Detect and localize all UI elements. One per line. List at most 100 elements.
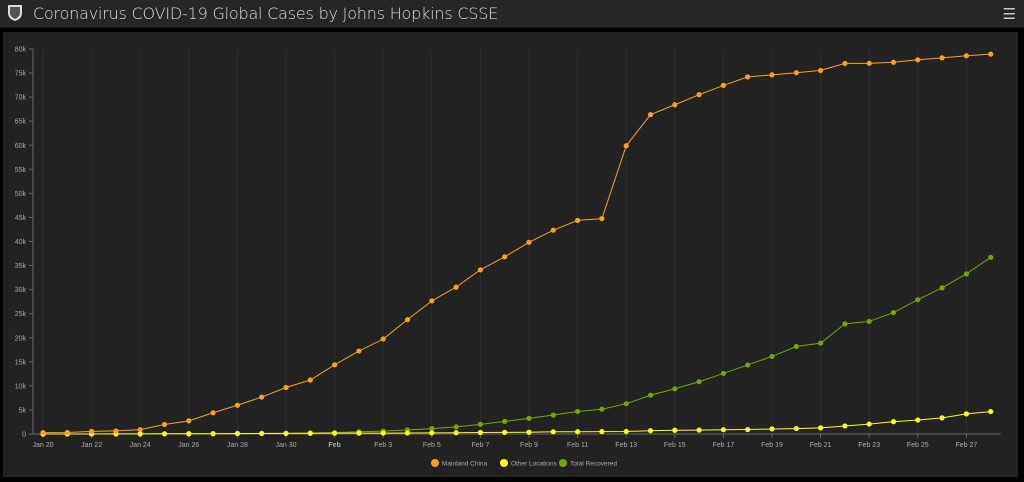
x-tick-label: Feb 13 — [615, 442, 637, 449]
data-point — [356, 348, 362, 354]
data-point — [745, 362, 751, 368]
data-point — [939, 55, 945, 61]
data-point — [720, 427, 727, 433]
data-point — [988, 51, 994, 57]
y-tick-label: 60k — [15, 143, 27, 150]
data-point — [526, 429, 532, 435]
data-point — [818, 67, 824, 74]
page-title: Coronavirus COVID-19 Global Cases by Joh… — [33, 4, 499, 23]
data-point — [672, 102, 678, 108]
data-point — [575, 217, 581, 223]
x-tick-label: Jan 26 — [178, 442, 199, 449]
data-point — [818, 425, 824, 431]
data-point — [915, 417, 921, 423]
data-point — [963, 411, 970, 417]
x-tick-label: Feb 17 — [713, 442, 735, 449]
data-point — [550, 227, 556, 233]
x-tick-label: Feb 25 — [907, 442, 929, 449]
data-point — [793, 70, 799, 76]
data-point — [283, 384, 289, 391]
data-point — [866, 318, 872, 325]
data-point — [769, 426, 775, 432]
x-tick-label: Feb 27 — [956, 442, 978, 449]
data-point — [696, 379, 702, 385]
data-point — [890, 59, 897, 65]
data-point — [259, 394, 265, 400]
data-point — [380, 430, 386, 436]
data-point — [332, 430, 338, 436]
data-point — [526, 239, 532, 245]
data-point — [599, 406, 605, 412]
data-point — [939, 415, 945, 421]
data-point — [404, 430, 411, 436]
y-tick-label: 10k — [15, 383, 27, 390]
x-tick-label: Feb 15 — [664, 442, 686, 449]
x-tick-label: Feb 21 — [810, 442, 832, 449]
y-tick-label: 75k — [15, 71, 27, 78]
hamburger-icon[interactable]: ☰ — [1003, 5, 1016, 23]
y-tick-label: 50k — [15, 191, 27, 198]
x-tick-label: Feb 5 — [423, 442, 441, 449]
line-chart: Jan 20 Jan 22 Jan 24 Jan 26 Jan 28 Jan 30 Feb F… — [15, 47, 1001, 468]
data-point — [453, 424, 459, 430]
data-point — [647, 112, 654, 118]
x-tick-label: Feb 3 — [374, 442, 392, 449]
data-point — [453, 284, 459, 290]
data-point — [186, 418, 192, 424]
y-tick-label: 25k — [15, 311, 27, 318]
data-point — [842, 423, 848, 429]
y-tick-label: 0 — [22, 432, 26, 439]
data-point — [988, 254, 994, 260]
data-point — [210, 410, 216, 416]
data-point — [745, 426, 751, 433]
data-point — [793, 343, 799, 350]
data-point — [623, 428, 629, 435]
data-point — [234, 402, 240, 408]
data-point — [550, 412, 556, 418]
data-point — [769, 72, 775, 78]
data-point — [259, 430, 265, 437]
series-line-other-locations — [42, 411, 991, 435]
x-tick-label: Feb 19 — [761, 442, 783, 449]
y-tick-label: 65k — [15, 119, 27, 126]
data-point — [89, 428, 95, 434]
data-point — [332, 362, 338, 368]
data-point — [502, 429, 508, 435]
data-point — [137, 426, 143, 433]
data-point — [502, 418, 508, 425]
data-point — [696, 92, 702, 98]
legend-label: Mainland China — [442, 461, 488, 468]
data-point — [575, 429, 581, 435]
data-point — [720, 370, 727, 377]
x-tick-label: Feb 11 — [567, 442, 588, 449]
data-point — [890, 309, 897, 316]
x-tick-label: Feb 23 — [858, 442, 880, 449]
data-point — [404, 317, 411, 323]
x-tick-label: Feb 7 — [471, 442, 489, 449]
x-tick-label: Feb 9 — [520, 442, 538, 449]
data-point — [963, 53, 970, 59]
y-tick-label: 35k — [15, 263, 27, 270]
data-point — [720, 82, 727, 89]
data-point — [623, 143, 629, 149]
data-point — [696, 427, 702, 433]
data-point — [307, 430, 313, 436]
data-point — [866, 60, 872, 66]
data-point — [939, 285, 945, 291]
y-tick-label: 45k — [15, 215, 27, 222]
data-point — [769, 353, 775, 360]
data-point — [672, 386, 678, 392]
x-tick-label: Jan 28 — [227, 442, 248, 449]
data-point — [647, 392, 654, 398]
data-point — [161, 421, 168, 428]
data-point — [647, 428, 654, 434]
legend-label: Other Locations — [511, 461, 558, 468]
data-point — [988, 408, 994, 415]
data-point — [915, 297, 921, 303]
data-point — [64, 429, 70, 436]
legend-marker — [500, 459, 508, 467]
legend-label: Total Recovered — [570, 461, 617, 468]
data-point — [113, 428, 119, 434]
x-tick-label: Feb — [328, 442, 340, 449]
data-point — [599, 215, 605, 222]
